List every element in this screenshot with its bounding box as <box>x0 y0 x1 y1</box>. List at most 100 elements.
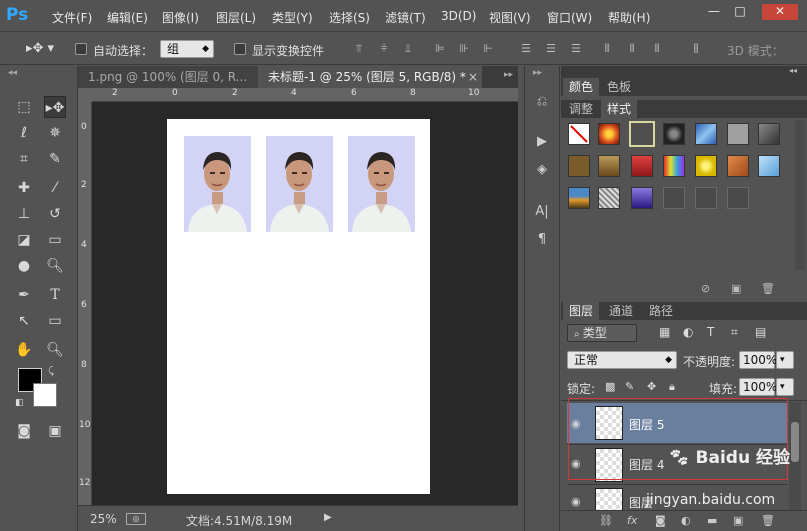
style-swatch[interactable] <box>695 123 717 145</box>
menu-edit[interactable]: 编辑(E) <box>107 9 148 26</box>
blend-mode-dropdown[interactable]: 正常 ◆ <box>567 351 677 369</box>
delete-layer-icon[interactable]: 🗑︎ <box>761 514 775 527</box>
blur-tool-icon[interactable]: ● <box>13 255 35 277</box>
close-button[interactable]: ✕ <box>762 4 798 20</box>
collapse-toolbox-icon[interactable]: ◂◂ <box>8 68 17 78</box>
rectangle-tool-icon[interactable]: ▭ <box>44 310 66 332</box>
history-brush-tool-icon[interactable]: ↺ <box>44 203 66 225</box>
eyedropper-tool-icon[interactable]: ✎ <box>44 148 66 170</box>
tab-layers[interactable]: 图层 <box>563 302 600 320</box>
lasso-tool-icon[interactable]: ℓ <box>13 122 35 144</box>
filter-shape-icon[interactable]: ⌗ <box>731 325 738 340</box>
dodge-tool-icon[interactable]: 🔍︎ <box>44 255 66 277</box>
status-icon[interactable]: ◎ <box>126 513 146 525</box>
lock-image-icon[interactable]: ✎ <box>625 380 634 393</box>
style-swatch[interactable] <box>663 155 685 177</box>
tab-swatches[interactable]: 色板 <box>601 78 637 96</box>
history-panel-icon[interactable]: ⎌ <box>530 92 554 112</box>
brush-tool-icon[interactable]: ⁄ <box>44 177 66 199</box>
distribute-hcenter-icon[interactable]: ⦀ <box>625 42 639 56</box>
tab-overflow-icon[interactable]: ▸▸ <box>504 70 513 80</box>
tab-color[interactable]: 颜色 <box>563 78 600 96</box>
distribute-left-icon[interactable]: ⦀ <box>600 42 614 56</box>
auto-select-dropdown[interactable]: 组 ◆ <box>160 40 214 58</box>
style-swatch[interactable] <box>598 155 620 177</box>
menu-view[interactable]: 视图(V) <box>489 9 531 26</box>
opacity-input[interactable]: 100% <box>739 351 777 369</box>
hand-tool-icon[interactable]: ✋ <box>13 339 35 361</box>
move-tool-icon[interactable]: ▸✥ <box>44 96 66 118</box>
clone-stamp-tool-icon[interactable]: ⊥ <box>13 203 35 225</box>
zoom-level[interactable]: 25% <box>90 512 117 526</box>
crop-tool-icon[interactable]: ⌗ <box>13 148 35 170</box>
show-transform-checkbox[interactable] <box>234 43 246 55</box>
menu-type[interactable]: 类型(Y) <box>272 9 313 26</box>
type-tool-icon[interactable]: T <box>44 284 66 306</box>
fill-slider-toggle-icon[interactable]: ▾ <box>776 378 794 396</box>
filter-adjustment-icon[interactable]: ◐ <box>683 325 693 339</box>
menu-filter[interactable]: 滤镜(T) <box>385 9 426 26</box>
3d-panel-icon[interactable]: ◈ <box>530 160 554 180</box>
style-swatch[interactable] <box>631 155 653 177</box>
align-left-icon[interactable]: ⊫ <box>433 42 447 56</box>
styles-scrollbar[interactable] <box>795 120 805 270</box>
collapse-dock-icon[interactable]: ◂◂ <box>789 66 797 75</box>
tab-1png[interactable]: 1.png @ 100% (图层 0, R... <box>78 66 258 88</box>
auto-select-checkbox[interactable] <box>75 43 87 55</box>
portrait-photo[interactable] <box>266 136 333 232</box>
filter-pixel-icon[interactable]: ▦ <box>659 325 670 339</box>
style-swatch[interactable] <box>727 155 749 177</box>
portrait-photo[interactable] <box>348 136 415 232</box>
filter-smart-object-icon[interactable]: ▤ <box>755 325 766 339</box>
healing-brush-tool-icon[interactable]: ✚ <box>13 177 35 199</box>
lock-transparent-icon[interactable]: ▩ <box>605 380 615 393</box>
distribute-top-icon[interactable]: ☰ <box>519 42 533 56</box>
lock-all-icon[interactable]: 🔒︎ <box>669 380 675 394</box>
quick-mask-icon[interactable]: ◙ <box>13 420 35 442</box>
menu-help[interactable]: 帮助(H) <box>608 9 650 26</box>
style-swatch-none[interactable] <box>568 123 590 145</box>
collapse-panels-icon[interactable]: ▸▸ <box>533 68 542 78</box>
layer-style-icon[interactable]: fx <box>627 514 637 527</box>
marquee-tool-icon[interactable]: ⬚ <box>13 96 35 118</box>
distribute-vcenter-icon[interactable]: ☰ <box>544 42 558 56</box>
clear-style-icon[interactable]: ⊘ <box>701 282 710 295</box>
background-color-swatch[interactable] <box>33 383 57 407</box>
filter-type-icon[interactable]: T <box>707 325 714 339</box>
style-swatch[interactable] <box>568 187 590 209</box>
menu-file[interactable]: 文件(F) <box>52 9 92 26</box>
tab-styles[interactable]: 样式 <box>601 100 638 118</box>
menu-layer[interactable]: 图层(L) <box>216 9 256 26</box>
tab-paths[interactable]: 路径 <box>643 302 679 320</box>
scrollbar-thumb[interactable] <box>791 422 799 462</box>
add-mask-icon[interactable]: ◙ <box>655 514 666 527</box>
menu-3d[interactable]: 3D(D) <box>441 9 476 23</box>
fill-input[interactable]: 100% <box>739 378 777 396</box>
align-right-icon[interactable]: ⊩ <box>481 42 495 56</box>
actions-panel-icon[interactable]: ▶ <box>530 132 554 152</box>
style-swatch[interactable] <box>663 123 685 145</box>
align-bottom-icon[interactable]: ⫫ <box>401 42 415 56</box>
style-swatch[interactable] <box>727 123 749 145</box>
minimize-button[interactable]: — <box>703 4 725 20</box>
menu-select[interactable]: 选择(S) <box>329 9 370 26</box>
swap-colors-icon[interactable]: ⤹ <box>48 366 54 377</box>
style-swatch[interactable] <box>695 187 717 209</box>
maximize-button[interactable]: □ <box>729 4 751 20</box>
align-vcenter-icon[interactable]: ⫩ <box>377 42 391 56</box>
align-top-icon[interactable]: ⫪ <box>352 42 366 56</box>
close-tab-icon[interactable]: × <box>468 70 478 84</box>
visibility-eye-icon[interactable]: ◉ <box>571 495 581 508</box>
style-swatch[interactable] <box>663 187 685 209</box>
adjustment-layer-icon[interactable]: ◐ <box>681 514 691 527</box>
tab-untitled-1[interactable]: 未标题-1 @ 25% (图层 5, RGB/8) * <box>258 66 482 88</box>
new-group-icon[interactable]: ▬ <box>707 514 717 527</box>
gradient-tool-icon[interactable]: ▭ <box>44 229 66 251</box>
opacity-slider-toggle-icon[interactable]: ▾ <box>776 351 794 369</box>
layer-filter-dropdown[interactable]: ⌕ 类型 <box>567 324 637 342</box>
style-swatch-selected[interactable] <box>629 121 655 147</box>
style-swatch[interactable] <box>758 123 780 145</box>
portrait-photo[interactable] <box>184 136 251 232</box>
tab-channels[interactable]: 通道 <box>603 302 639 320</box>
menu-window[interactable]: 窗口(W) <box>547 9 592 26</box>
